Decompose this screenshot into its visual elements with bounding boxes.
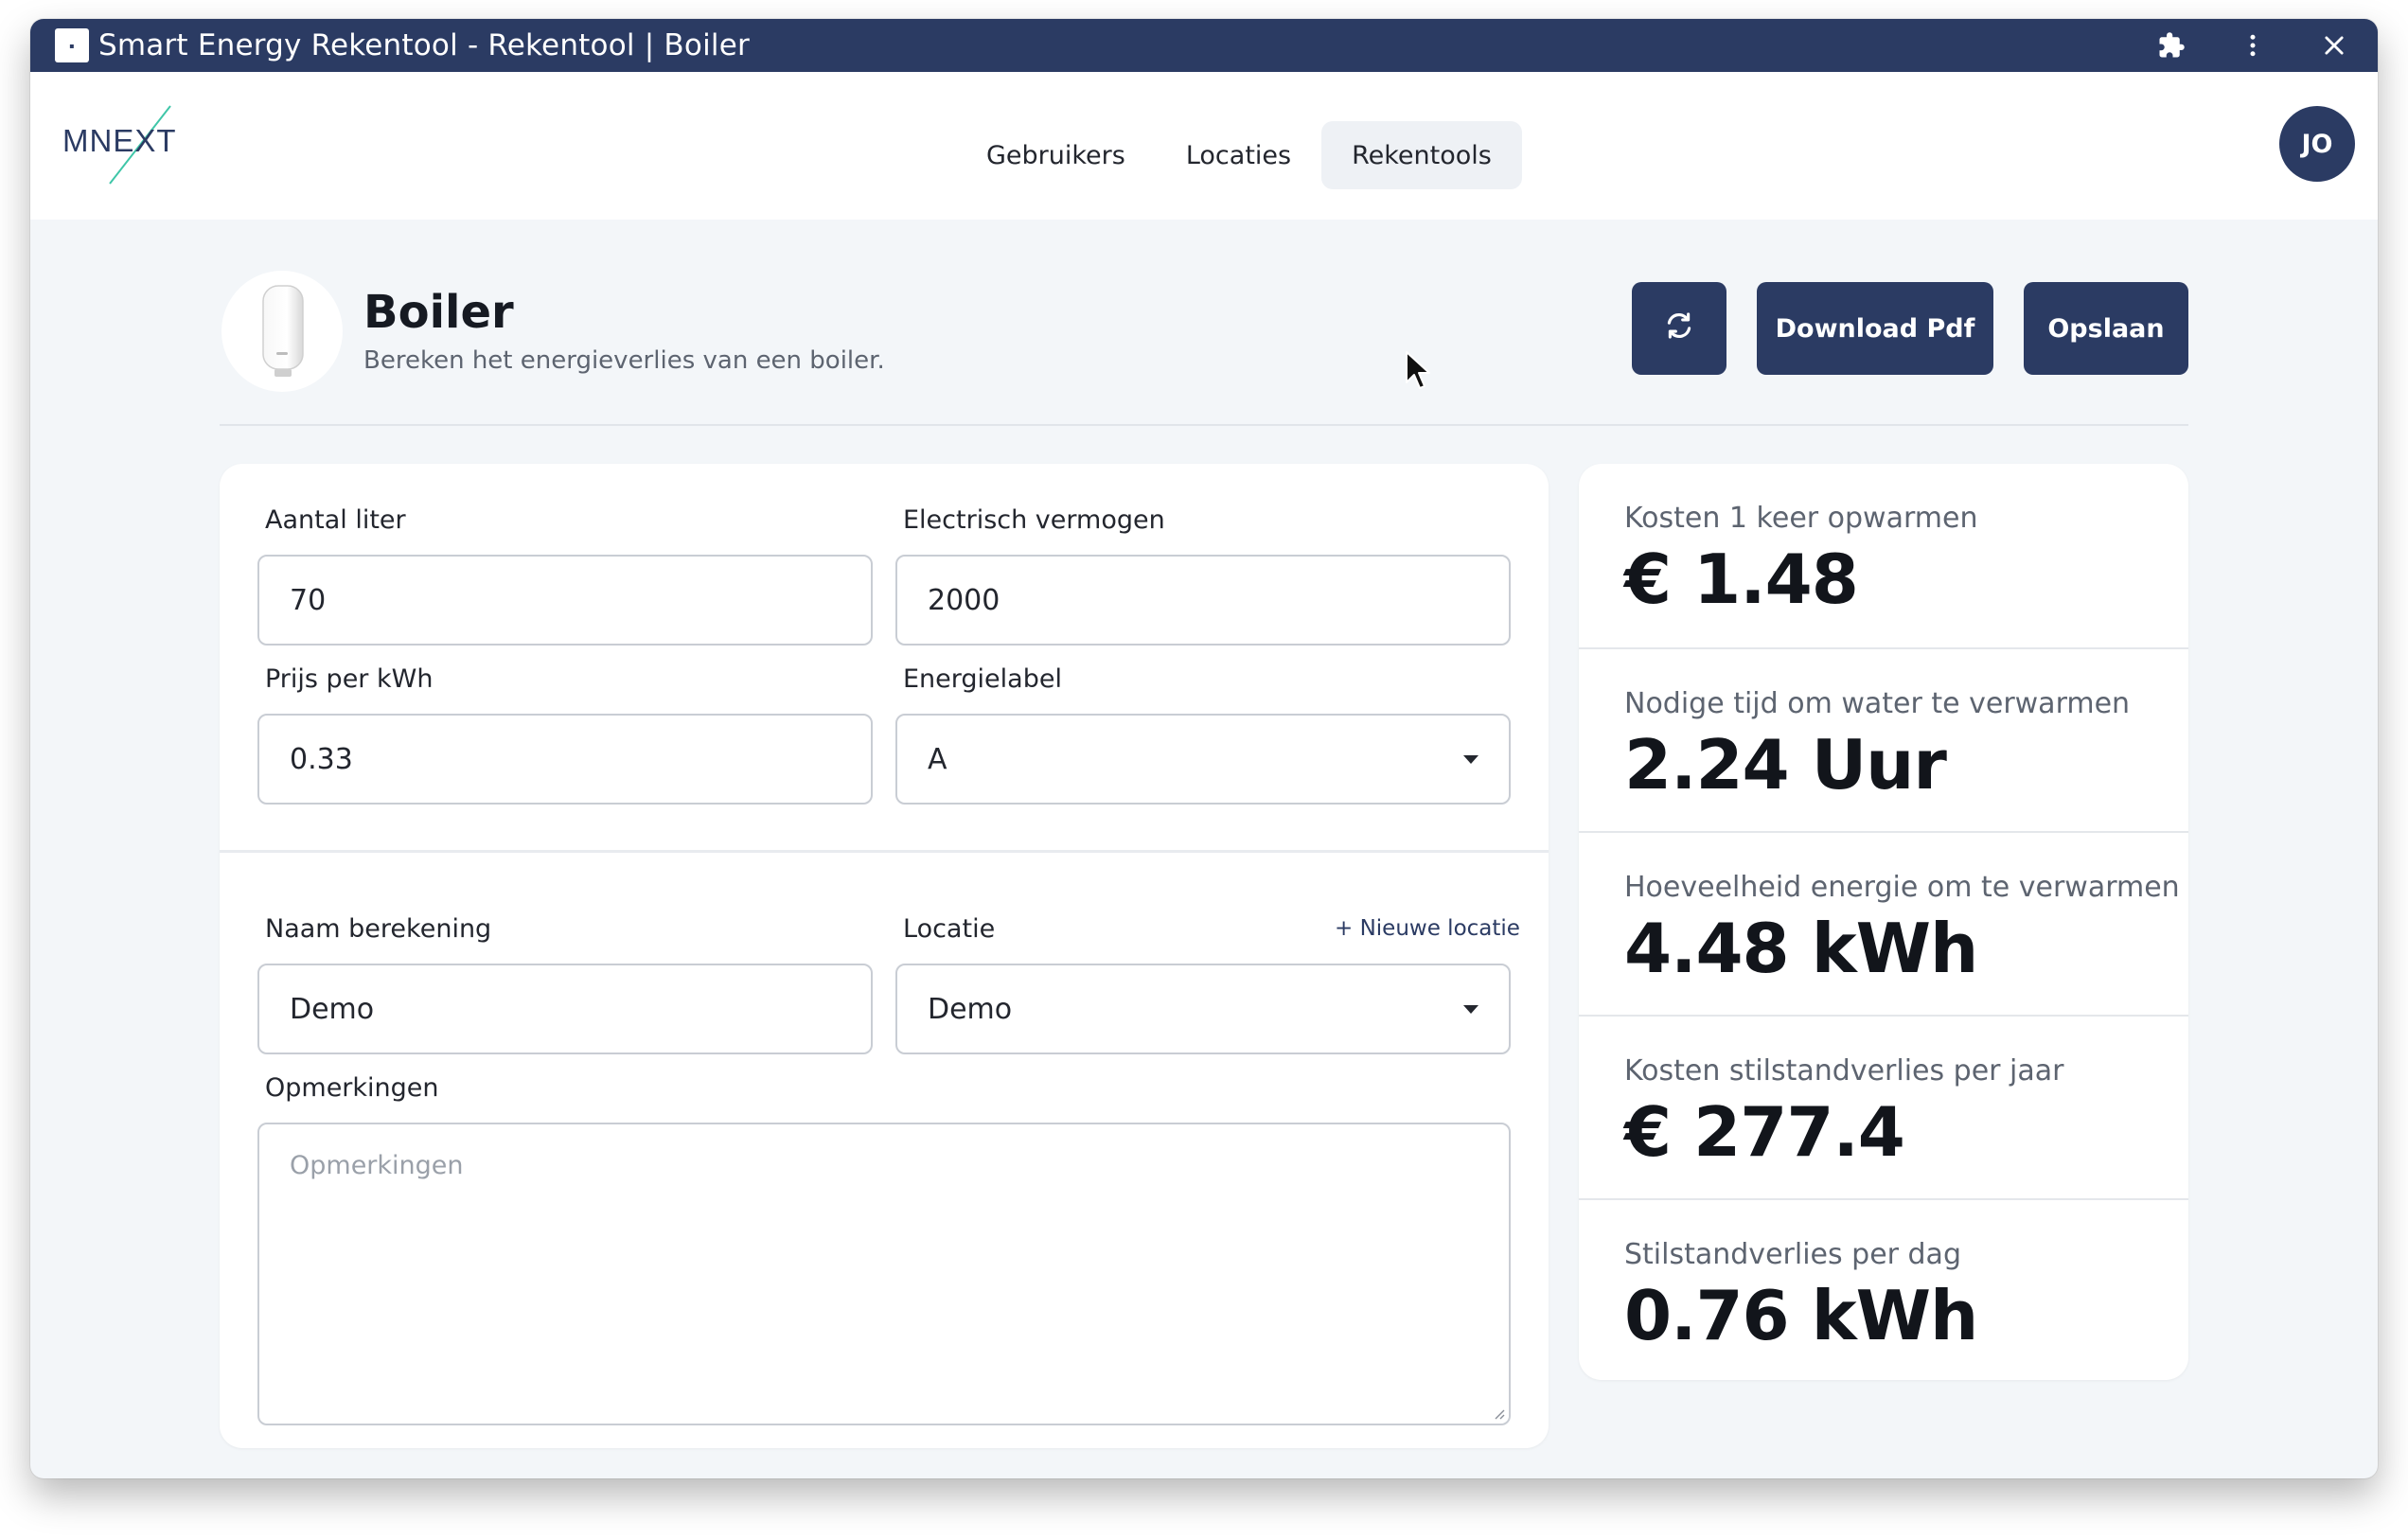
boiler-image xyxy=(221,271,343,392)
refresh-icon xyxy=(1663,310,1695,348)
result-value: € 1.48 xyxy=(1624,540,1859,619)
naam-berekening-input[interactable]: Demo xyxy=(257,964,873,1054)
opmerkingen-textarea[interactable]: Opmerkingen xyxy=(257,1123,1511,1425)
extensions-puzzle-icon[interactable] xyxy=(2145,19,2198,72)
page-header: Boiler Bereken het energieverlies van ee… xyxy=(220,271,2188,392)
window-title: Smart Energy Rekentool - Rekentool | Boi… xyxy=(98,28,750,62)
logo-text: MNEXT xyxy=(62,123,177,158)
app-favicon-icon: ▪ xyxy=(55,28,89,62)
page-title: Boiler xyxy=(363,286,514,339)
form-section-divider xyxy=(220,850,1549,853)
user-avatar[interactable]: JO xyxy=(2279,106,2355,182)
more-options-icon[interactable] xyxy=(2226,19,2279,72)
title-bar-controls xyxy=(2116,19,2361,72)
result-label: Stilstandverlies per dag xyxy=(1624,1238,1961,1271)
prijs-per-kwh-label: Prijs per kWh xyxy=(265,664,434,694)
energielabel-label: Energielabel xyxy=(903,664,1062,694)
result-item: Stilstandverlies per dag 0.76 kWh xyxy=(1579,1198,2188,1380)
top-navigation: MNEXT Gebruikers Locaties Rekentools JO xyxy=(30,72,2378,220)
nav-item-locaties[interactable]: Locaties xyxy=(1156,121,1321,189)
result-item: Kosten 1 keer opwarmen € 1.48 xyxy=(1579,464,2188,647)
close-window-icon[interactable] xyxy=(2308,19,2361,72)
result-item: Kosten stilstandverlies per jaar € 277.4 xyxy=(1579,1015,2188,1198)
naam-berekening-label: Naam berekening xyxy=(265,914,492,944)
result-item: Nodige tijd om water te verwarmen 2.24 U… xyxy=(1579,647,2188,831)
resize-handle-icon[interactable] xyxy=(1492,1406,1505,1420)
electrisch-vermogen-label: Electrisch vermogen xyxy=(903,505,1165,535)
results-card: Kosten 1 keer opwarmen € 1.48 Nodige tij… xyxy=(1579,464,2188,1380)
opmerkingen-placeholder: Opmerkingen xyxy=(290,1151,464,1180)
result-label: Kosten stilstandverlies per jaar xyxy=(1624,1054,2064,1088)
download-pdf-button[interactable]: Download Pdf xyxy=(1757,282,1993,375)
result-item: Hoeveelheid energie om te verwarmen 4.48… xyxy=(1579,831,2188,1015)
main-nav: Gebruikers Locaties Rekentools xyxy=(956,121,1522,189)
nav-item-rekentools[interactable]: Rekentools xyxy=(1321,121,1522,189)
browser-window: ▪ Smart Energy Rekentool - Rekentool | B… xyxy=(30,19,2378,1478)
new-location-link[interactable]: + Nieuwe locatie xyxy=(1335,916,1520,941)
opmerkingen-label: Opmerkingen xyxy=(265,1073,439,1103)
page-subtitle: Bereken het energieverlies van een boile… xyxy=(363,346,885,375)
mnext-logo[interactable]: MNEXT xyxy=(61,98,178,189)
electrisch-vermogen-input[interactable]: 2000 xyxy=(895,555,1511,646)
title-bar: ▪ Smart Energy Rekentool - Rekentool | B… xyxy=(30,19,2378,72)
result-value: € 277.4 xyxy=(1624,1092,1905,1172)
result-label: Nodige tijd om water te verwarmen xyxy=(1624,687,2131,720)
header-divider xyxy=(220,424,2188,426)
chevron-down-icon xyxy=(1463,755,1478,764)
locatie-label: Locatie xyxy=(903,914,996,944)
result-value: 0.76 kWh xyxy=(1624,1276,1978,1355)
mouse-cursor-icon xyxy=(1406,351,1430,389)
boiler-form-card: Aantal liter 70 Electrisch vermogen 2000… xyxy=(220,464,1549,1448)
refresh-button[interactable] xyxy=(1632,282,1726,375)
locatie-select[interactable]: Demo xyxy=(895,964,1511,1054)
chevron-down-icon xyxy=(1463,1005,1478,1014)
energielabel-value: A xyxy=(928,742,947,776)
energielabel-select[interactable]: A xyxy=(895,714,1511,805)
save-button[interactable]: Opslaan xyxy=(2024,282,2188,375)
locatie-value: Demo xyxy=(928,992,1013,1026)
prijs-per-kwh-input[interactable]: 0.33 xyxy=(257,714,873,805)
result-label: Kosten 1 keer opwarmen xyxy=(1624,502,1978,535)
result-value: 4.48 kWh xyxy=(1624,909,1978,988)
aantal-liter-input[interactable]: 70 xyxy=(257,555,873,646)
aantal-liter-label: Aantal liter xyxy=(265,505,406,535)
nav-item-gebruikers[interactable]: Gebruikers xyxy=(956,121,1156,189)
result-value: 2.24 Uur xyxy=(1624,725,1947,805)
result-label: Hoeveelheid energie om te verwarmen xyxy=(1624,871,2180,904)
